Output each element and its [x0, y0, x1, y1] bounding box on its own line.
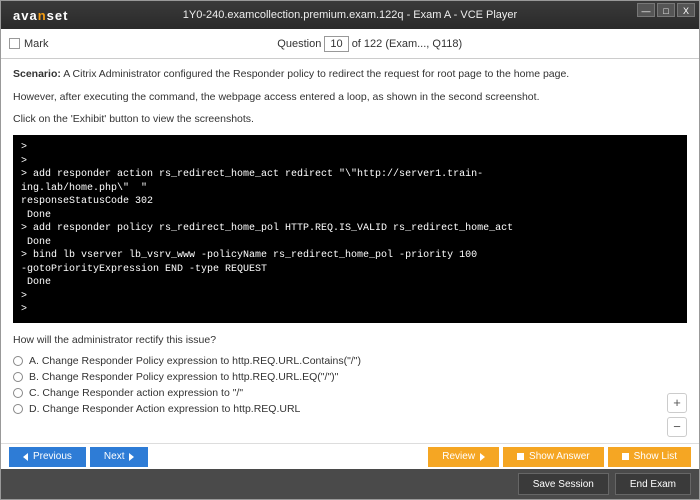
- question-total: of 122 (Exam..., Q118): [352, 38, 462, 50]
- radio-icon: [13, 372, 23, 382]
- window-title: 1Y0-240.examcollection.premium.exam.122q…: [183, 9, 517, 21]
- option-label: D. Change Responder Action expression to…: [29, 403, 300, 415]
- show-list-button[interactable]: Show List: [608, 447, 691, 467]
- triangle-left-icon: [23, 453, 28, 461]
- question-label: Question: [277, 38, 321, 50]
- radio-icon: [13, 404, 23, 414]
- radio-icon: [13, 356, 23, 366]
- question-number-input[interactable]: 10: [324, 36, 348, 52]
- nav-toolbar: Previous Next Review Show Answer Show Li…: [1, 443, 699, 469]
- scenario-p1: Scenario: A Citrix Administrator configu…: [13, 67, 687, 82]
- logo-pre: ava: [13, 8, 38, 23]
- question-position: Question 10 of 122 (Exam..., Q118): [48, 36, 691, 52]
- square-icon: [517, 453, 524, 460]
- maximize-button[interactable]: □: [657, 3, 675, 17]
- scenario-p2: However, after executing the command, th…: [13, 90, 687, 105]
- scenario-p3: Click on the 'Exhibit' button to view th…: [13, 112, 687, 127]
- save-session-button[interactable]: Save Session: [518, 473, 609, 495]
- question-text: How will the administrator rectify this …: [13, 333, 687, 348]
- app-logo: avanset: [13, 8, 68, 23]
- option-label: C. Change Responder action expression to…: [29, 387, 243, 399]
- mark-checkbox[interactable]: [9, 38, 20, 49]
- app-window: avanset 1Y0-240.examcollection.premium.e…: [0, 0, 700, 500]
- end-exam-button[interactable]: End Exam: [615, 473, 691, 495]
- show-answer-button[interactable]: Show Answer: [503, 447, 604, 467]
- question-content: Scenario: A Citrix Administrator configu…: [1, 59, 699, 443]
- option-b[interactable]: B. Change Responder Policy expression to…: [13, 371, 687, 383]
- option-label: B. Change Responder Policy expression to…: [29, 371, 338, 383]
- answer-options: A. Change Responder Policy expression to…: [13, 355, 687, 415]
- previous-button[interactable]: Previous: [9, 447, 86, 467]
- footer-toolbar: Save Session End Exam: [1, 469, 699, 499]
- window-controls: — □ X: [637, 3, 695, 17]
- scenario-label: Scenario:: [13, 68, 61, 80]
- radio-icon: [13, 388, 23, 398]
- next-button[interactable]: Next: [90, 447, 149, 467]
- zoom-in-button[interactable]: +: [667, 393, 687, 413]
- logo-accent: n: [38, 8, 47, 23]
- minimize-button[interactable]: —: [637, 3, 655, 17]
- btn-label: Review: [442, 451, 475, 462]
- question-bar: Mark Question 10 of 122 (Exam..., Q118): [1, 29, 699, 59]
- btn-label: Next: [104, 451, 125, 462]
- titlebar: avanset 1Y0-240.examcollection.premium.e…: [1, 1, 699, 29]
- scenario-text: A Citrix Administrator configured the Re…: [61, 68, 569, 80]
- close-button[interactable]: X: [677, 3, 695, 17]
- option-a[interactable]: A. Change Responder Policy expression to…: [13, 355, 687, 367]
- option-c[interactable]: C. Change Responder action expression to…: [13, 387, 687, 399]
- square-icon: [622, 453, 629, 460]
- option-d[interactable]: D. Change Responder Action expression to…: [13, 403, 687, 415]
- btn-label: Previous: [33, 451, 72, 462]
- triangle-right-icon: [129, 453, 134, 461]
- review-button[interactable]: Review: [428, 447, 499, 467]
- zoom-controls: + −: [667, 393, 687, 437]
- btn-label: Show List: [634, 451, 677, 462]
- zoom-out-button[interactable]: −: [667, 417, 687, 437]
- option-label: A. Change Responder Policy expression to…: [29, 355, 361, 367]
- btn-label: Show Answer: [529, 451, 590, 462]
- logo-post: set: [47, 8, 69, 23]
- mark-label: Mark: [24, 38, 48, 50]
- terminal-exhibit: > > > add responder action rs_redirect_h…: [13, 135, 687, 323]
- triangle-right-icon: [480, 453, 485, 461]
